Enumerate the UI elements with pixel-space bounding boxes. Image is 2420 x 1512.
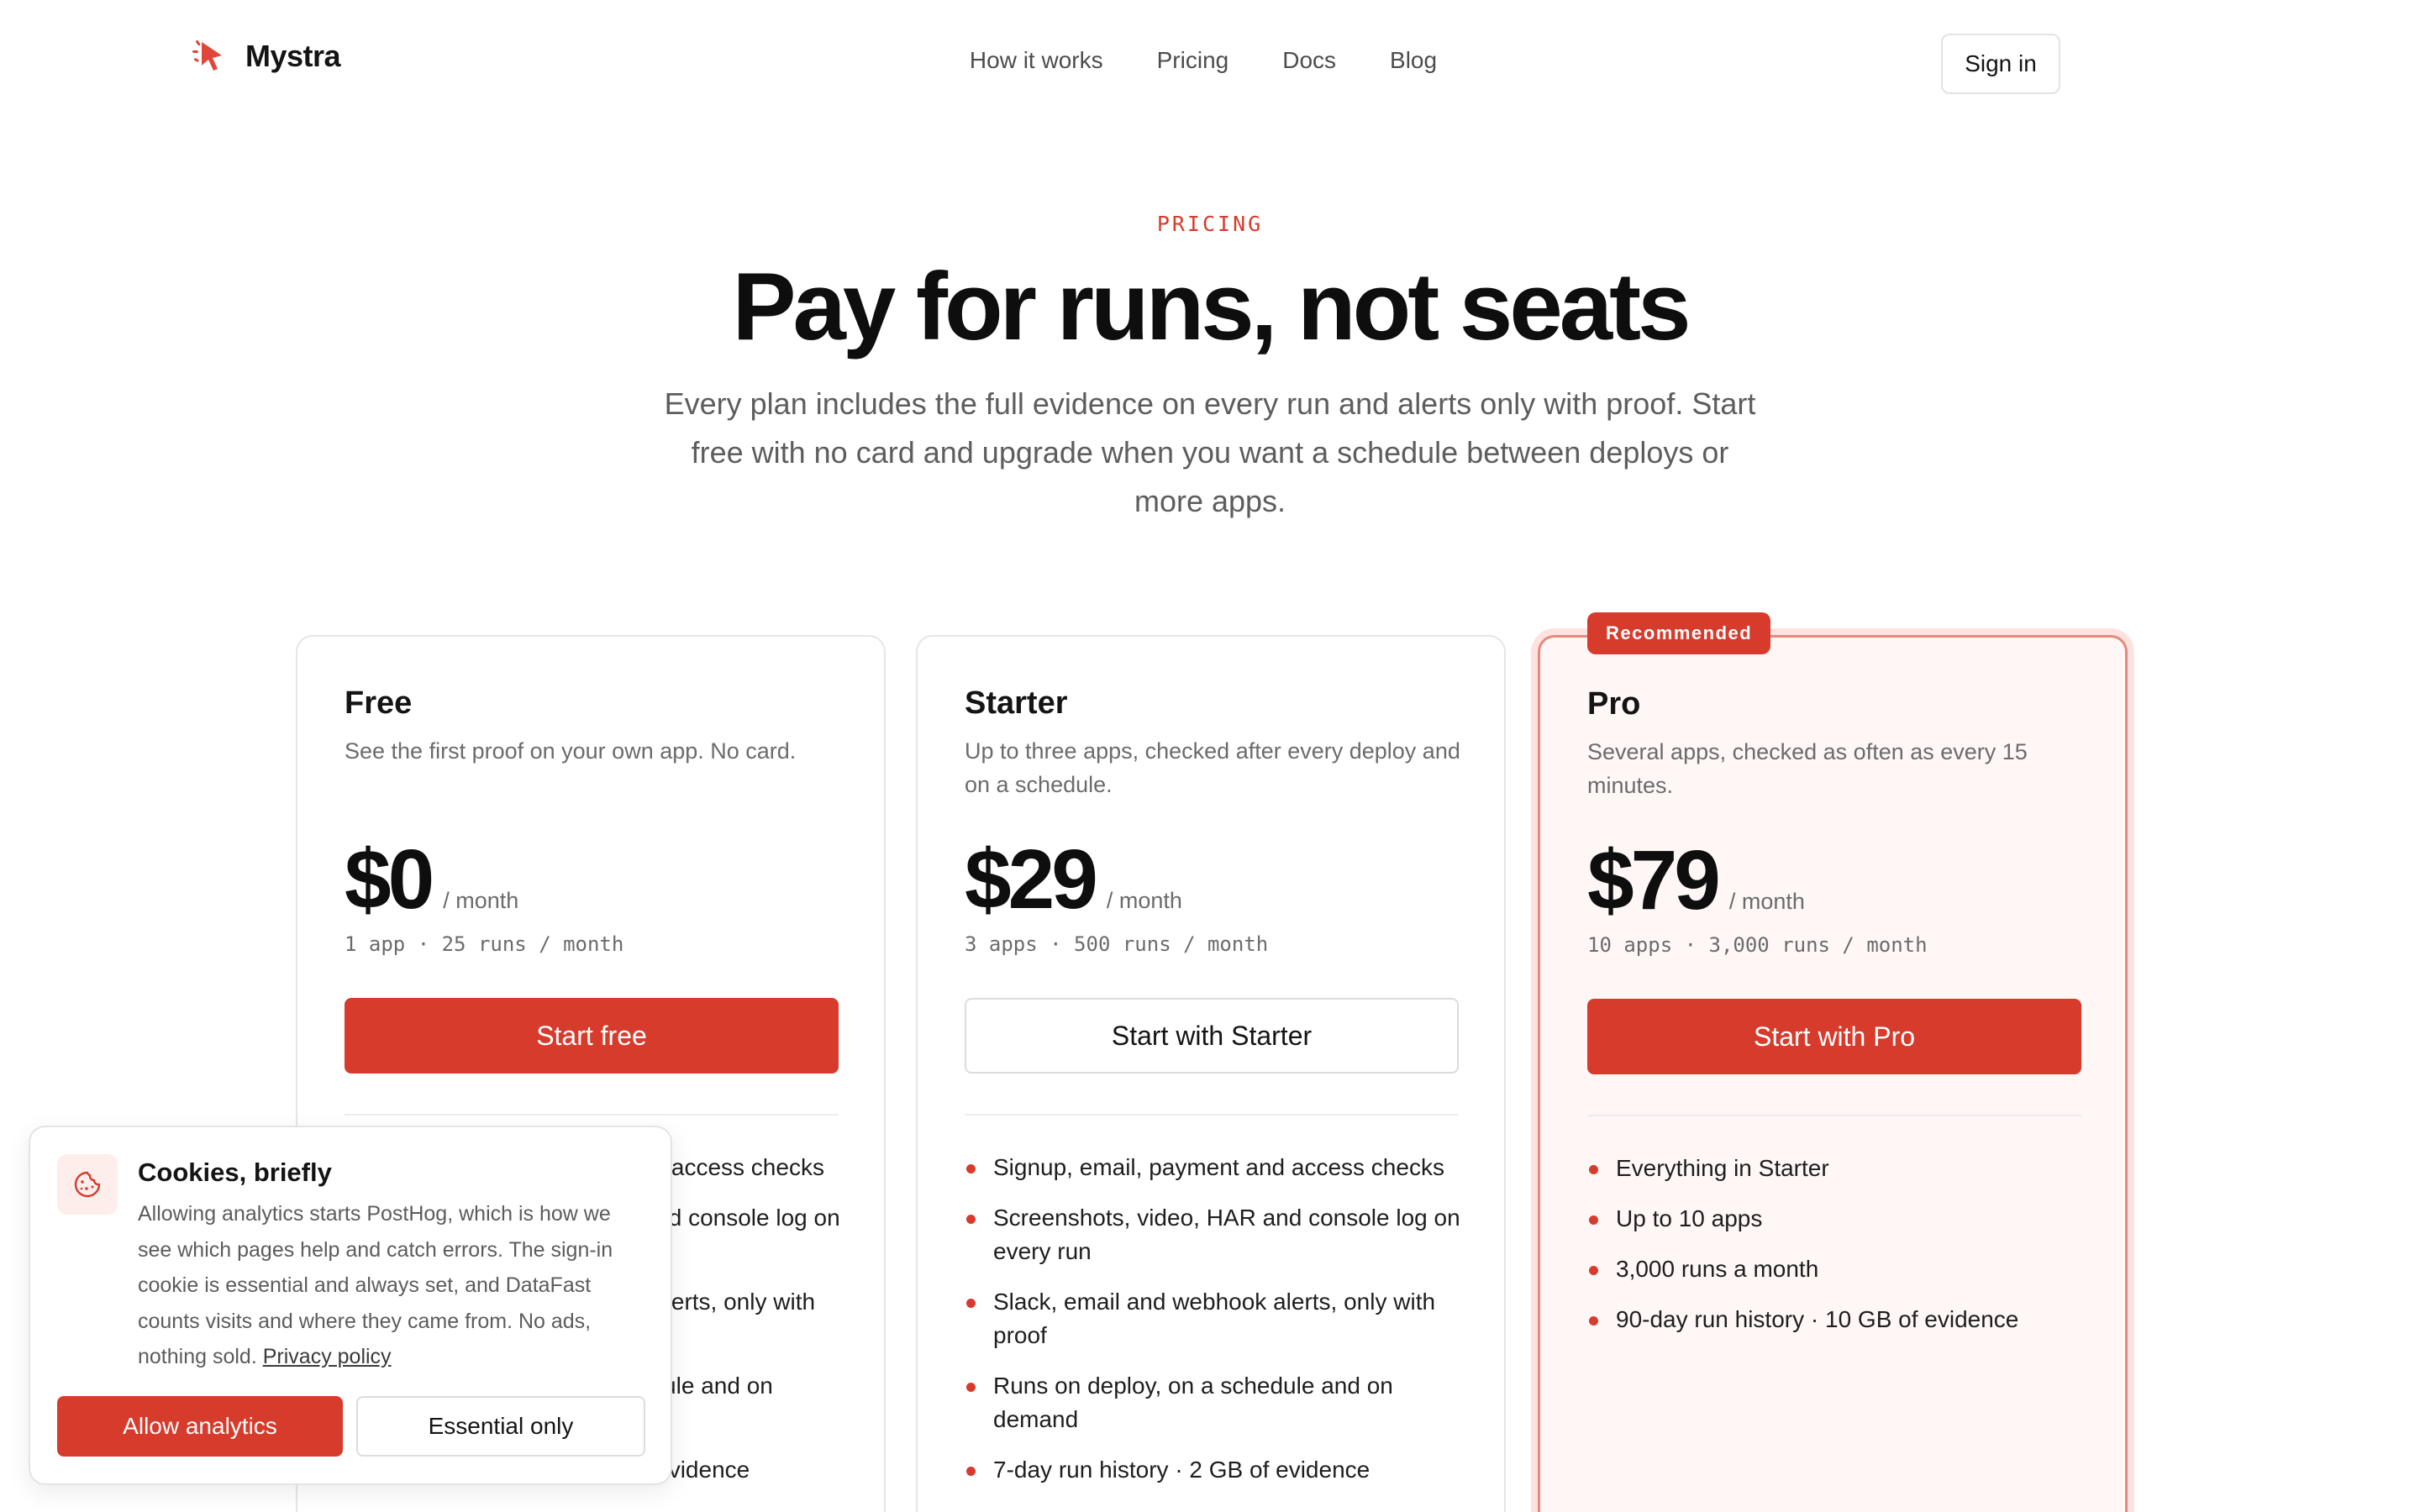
red-dot-icon (1589, 1316, 1598, 1326)
nav-docs[interactable]: Docs (1282, 47, 1336, 74)
red-dot-icon (966, 1215, 976, 1224)
plan-name: Pro (1587, 686, 1641, 722)
price-row: $29 / month (965, 832, 1182, 928)
feature-list: Signup, email, payment and access checks… (965, 1151, 1464, 1504)
red-dot-icon (1589, 1266, 1598, 1275)
plan-price: $29 (965, 832, 1098, 927)
cookie-description: Allowing analytics starts PostHog, which… (138, 1202, 613, 1368)
nav-pricing[interactable]: Pricing (1157, 47, 1229, 74)
red-dot-icon (966, 1383, 976, 1392)
cookie-icon (74, 1171, 101, 1198)
essential-only-button[interactable]: Essential only (356, 1396, 645, 1457)
plan-description: Up to three apps, checked after every de… (965, 738, 1460, 797)
plan-description: Several apps, checked as often as every … (1587, 739, 2028, 798)
start-with-starter-button[interactable]: Start with Starter (965, 998, 1459, 1074)
feature-item: 7-day run history · 2 GB of evidence (965, 1453, 1464, 1487)
feature-item: Runs on deploy, on a schedule and on dem… (965, 1369, 1464, 1436)
recommended-badge: Recommended (1587, 612, 1771, 654)
feature-item: Up to 10 apps (1587, 1202, 2086, 1236)
plan-price: $79 (1587, 833, 1721, 927)
feature-item: 3,000 runs a month (1587, 1252, 2086, 1286)
plan-price: $0 (345, 832, 434, 927)
start-with-pro-button[interactable]: Start with Pro (1587, 999, 2081, 1074)
feature-item: 90-day run history · 10 GB of evidence (1587, 1303, 2086, 1336)
red-dot-icon (1589, 1215, 1598, 1225)
nav-how-it-works[interactable]: How it works (970, 47, 1103, 74)
privacy-policy-link[interactable]: Privacy policy (263, 1345, 392, 1368)
price-period: / month (443, 888, 519, 913)
price-period: / month (1728, 889, 1805, 914)
feature-item: Screenshots, video, HAR and console log … (965, 1201, 1464, 1268)
divider (345, 1114, 839, 1116)
red-dot-icon (966, 1467, 976, 1476)
section-eyebrow: PRICING (1156, 212, 1264, 236)
plan-quota: 10 apps · 3,000 runs / month (1587, 933, 1928, 957)
cookie-icon-container (57, 1154, 118, 1215)
feature-item: Slack, email and webhook alerts, only wi… (965, 1285, 1464, 1352)
site-header: Mystra How it works Pricing Docs Blog Si… (0, 0, 2420, 126)
divider (965, 1114, 1459, 1116)
plan-card-starter: Starter Up to three apps, checked after … (916, 635, 1506, 1512)
divider (1587, 1115, 2081, 1116)
cookie-text: Allowing analytics starts PostHog, which… (138, 1196, 642, 1375)
red-dot-icon (966, 1164, 976, 1173)
plan-card-pro: Recommended Pro Several apps, checked as… (1538, 612, 2128, 1512)
price-period: / month (1106, 888, 1182, 913)
nav-blog[interactable]: Blog (1390, 47, 1437, 74)
cookie-banner: Cookies, briefly Allowing analytics star… (29, 1126, 672, 1485)
feature-item: Signup, email, payment and access checks (965, 1151, 1464, 1184)
cookie-title: Cookies, briefly (138, 1158, 332, 1187)
plan-name: Starter (965, 685, 1068, 721)
plan-description: See the first proof on your own app. No … (345, 738, 797, 764)
sign-in-button[interactable]: Sign in (1941, 34, 2060, 94)
plan-quota: 1 app · 25 runs / month (345, 932, 624, 956)
allow-analytics-button[interactable]: Allow analytics (57, 1396, 343, 1457)
plan-quota: 3 apps · 500 runs / month (965, 932, 1269, 956)
price-row: $79 / month (1587, 832, 1805, 929)
plan-name: Free (345, 685, 413, 721)
feature-item: Everything in Starter (1587, 1152, 2086, 1185)
red-dot-icon (1589, 1165, 1598, 1174)
price-row: $0 / month (345, 832, 518, 928)
start-free-button[interactable]: Start free (345, 998, 839, 1074)
feature-list: Everything in Starter Up to 10 apps 3,00… (1587, 1152, 2086, 1353)
red-dot-icon (966, 1299, 976, 1308)
page-subtitle: Every plan includes the full evidence on… (664, 386, 1756, 518)
page-title: Pay for runs, not seats (732, 254, 1691, 360)
